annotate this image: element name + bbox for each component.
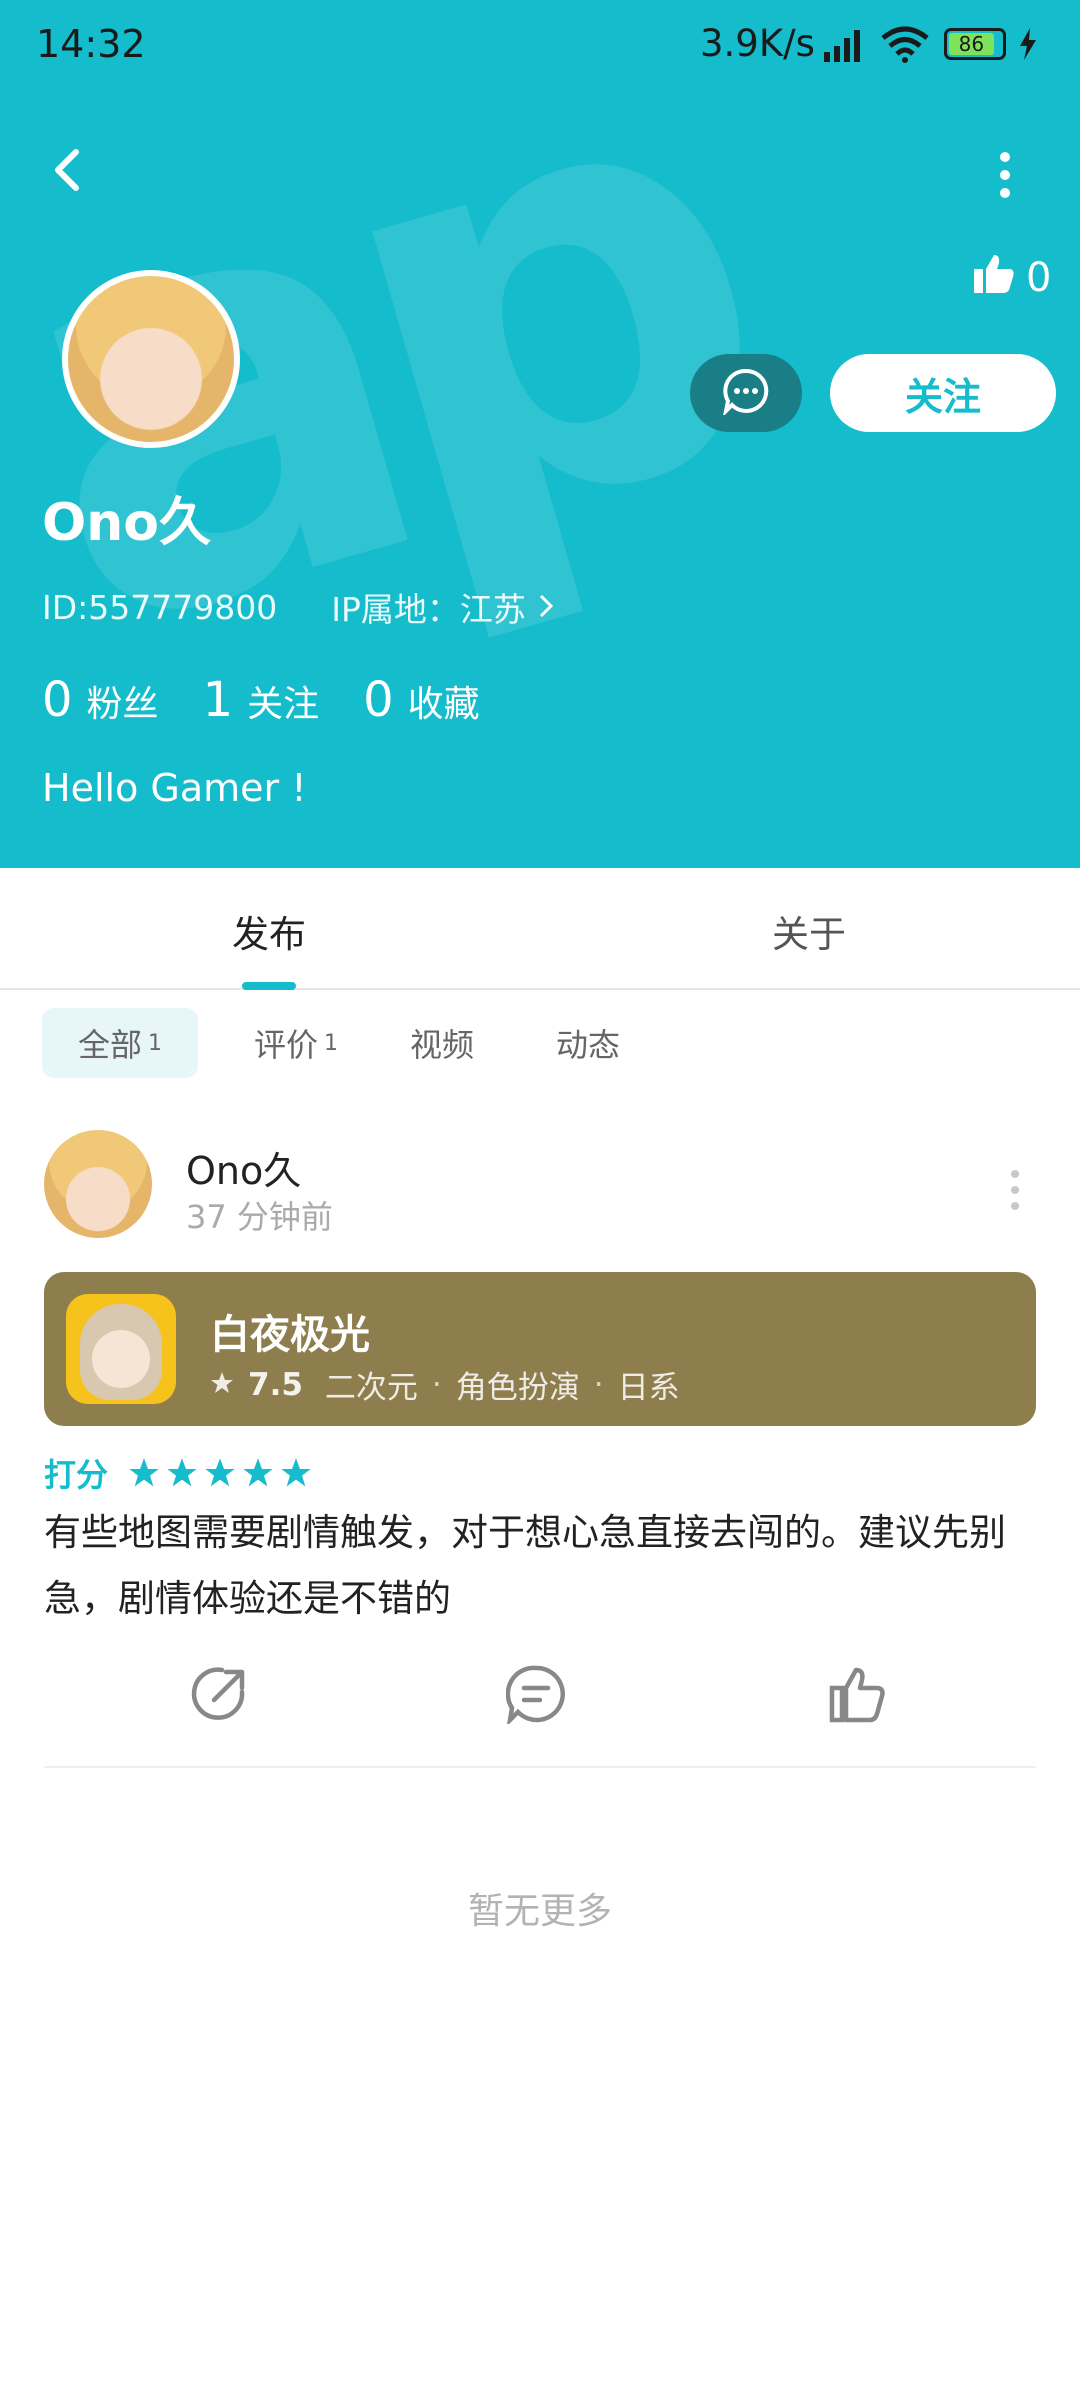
chip-count: 1 xyxy=(324,1030,339,1056)
message-button[interactable] xyxy=(690,354,802,432)
star-icon xyxy=(210,1367,234,1403)
stat-number: 0 xyxy=(363,672,394,728)
stat-following[interactable]: 1 关注 xyxy=(203,672,320,728)
post-rating: 打分 xyxy=(44,1450,312,1496)
game-icon-face xyxy=(92,1330,150,1388)
game-card[interactable]: 白夜极光 7.5 二次元 · 角色扮演 · 日系 xyxy=(44,1272,1036,1426)
rating-star-icon xyxy=(281,1458,311,1487)
divider xyxy=(44,1766,1036,1768)
game-tag: 角色扮演 xyxy=(455,1370,580,1406)
post-time: 37 分钟前 xyxy=(186,1198,333,1236)
game-title: 白夜极光 xyxy=(210,1312,370,1358)
rating-stars xyxy=(128,1457,312,1489)
tag-separator: · xyxy=(431,1366,442,1403)
ip-location: IP属地：江苏 xyxy=(331,590,526,629)
game-score: 7.5 xyxy=(248,1366,303,1403)
chip-label: 全部 xyxy=(78,1026,143,1064)
tab-publish[interactable]: 发布 xyxy=(232,904,306,958)
share-icon[interactable] xyxy=(190,1664,250,1724)
profile-tabs: 发布 关于 xyxy=(0,868,1080,990)
signal-icon xyxy=(822,28,866,68)
chip-reviews[interactable]: 评价 1 xyxy=(218,1008,374,1078)
ip-location-link[interactable]: IP属地：江苏 xyxy=(331,583,554,631)
user-id: ID:557779800 xyxy=(42,587,278,627)
post-actions xyxy=(0,1664,1080,1727)
chip-videos[interactable]: 视频 xyxy=(374,1008,510,1078)
back-icon[interactable] xyxy=(40,140,100,200)
follow-button[interactable]: 关注 xyxy=(830,354,1056,432)
rating-star-icon xyxy=(205,1458,235,1487)
stat-favorites[interactable]: 0 收藏 xyxy=(363,672,480,728)
battery-icon: 86 xyxy=(944,28,1006,60)
stat-label: 关注 xyxy=(247,684,320,725)
id-row: ID:557779800 IP属地：江苏 xyxy=(42,583,554,631)
chip-label: 评价 xyxy=(254,1026,319,1064)
rating-star-icon xyxy=(243,1458,273,1487)
battery-level: 86 xyxy=(949,33,994,55)
post-author-name[interactable]: Ono久 xyxy=(186,1140,301,1195)
status-time: 14:32 xyxy=(36,22,146,66)
profile-bio: Hello Gamer ! xyxy=(42,766,307,810)
game-tag: 日系 xyxy=(617,1370,680,1406)
wifi-icon xyxy=(880,26,930,68)
thumbs-up-icon xyxy=(972,251,1016,305)
chip-all[interactable]: 全部 1 xyxy=(42,1008,199,1078)
rating-star-icon xyxy=(167,1458,197,1487)
rating-star-icon xyxy=(129,1458,159,1487)
stat-number: 1 xyxy=(202,672,234,728)
profile-avatar[interactable] xyxy=(62,270,240,448)
likes-count: 0 xyxy=(1026,255,1052,301)
profile-likes[interactable]: 0 xyxy=(972,250,1051,306)
more-options-icon[interactable] xyxy=(985,145,1025,205)
post-content: 有些地图需要剧情触发，对于想心急直接去闯的。建议先别急，剧情体验还是不错的 xyxy=(44,1511,1006,1620)
like-icon[interactable] xyxy=(828,1664,888,1724)
chip-label: 视频 xyxy=(410,1026,475,1064)
tag-separator: · xyxy=(593,1366,604,1403)
stat-label: 粉丝 xyxy=(86,684,159,725)
network-speed: 3.9K/s xyxy=(700,22,815,65)
chat-bubble-icon xyxy=(722,367,770,419)
stat-number: 0 xyxy=(42,672,73,728)
chip-moments[interactable]: 动态 xyxy=(520,1008,656,1078)
profile-stats: 0 粉丝 1 关注 0 收藏 xyxy=(42,672,480,728)
charging-icon xyxy=(1018,28,1038,64)
profile-name: Ono久 xyxy=(42,493,211,553)
game-tag: 二次元 xyxy=(324,1370,418,1406)
chevron-right-icon xyxy=(538,588,554,627)
filter-chips: 全部 1 评价 1 视频 动态 xyxy=(42,1008,696,1078)
no-more-text: 暂无更多 xyxy=(467,1891,612,1932)
rating-label: 打分 xyxy=(44,1456,109,1494)
profile-header: ap 14:32 3.9K/s 86 0 关注 Ono久 ID:55777980… xyxy=(0,0,1080,868)
comment-icon[interactable] xyxy=(505,1664,566,1727)
tab-about[interactable]: 关于 xyxy=(772,904,846,958)
post-author-avatar[interactable] xyxy=(44,1130,152,1238)
stat-fans[interactable]: 0 粉丝 xyxy=(42,672,159,728)
post-more-icon[interactable] xyxy=(1000,1160,1030,1220)
chip-count: 1 xyxy=(148,1030,163,1056)
game-icon xyxy=(66,1294,176,1404)
game-meta: 7.5 二次元 · 角色扮演 · 日系 xyxy=(210,1362,680,1407)
chip-label: 动态 xyxy=(556,1026,621,1064)
stat-label: 收藏 xyxy=(407,684,480,725)
status-bar: 14:32 3.9K/s 86 xyxy=(0,0,1080,90)
tab-indicator xyxy=(242,982,296,990)
